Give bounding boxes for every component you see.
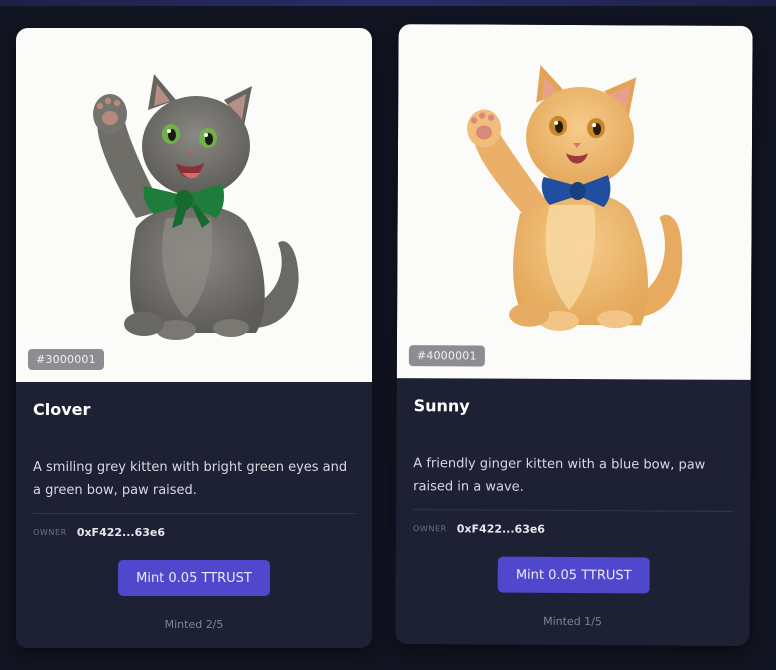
nft-card-sunny[interactable]: #4000001 Sunny A friendly ginger kitten … xyxy=(395,24,753,646)
card-description: A friendly ginger kitten with a blue bow… xyxy=(413,456,706,495)
token-id-badge: #4000001 xyxy=(408,345,485,367)
divider xyxy=(33,513,355,514)
owner-address: 0xF422...63e6 xyxy=(456,522,546,536)
owner-address: 0xF422...63e6 xyxy=(76,526,165,539)
mint-button[interactable]: Mint 0.05 TTRUST xyxy=(118,560,270,596)
nft-image: #4000001 xyxy=(396,24,753,380)
owner-row: OWNER 0xF422...63e6 xyxy=(33,526,165,539)
divider xyxy=(413,509,734,512)
grey-kitten-image xyxy=(93,74,299,340)
minted-count: Minted 2/5 xyxy=(164,618,224,631)
owner-row: OWNER 0xF422...63e6 xyxy=(412,522,546,536)
owner-label: OWNER xyxy=(412,524,447,534)
mint-button[interactable]: Mint 0.05 TTRUST xyxy=(497,556,650,594)
card-title: Clover xyxy=(33,400,91,419)
top-accent-bar xyxy=(0,0,776,6)
ginger-kitten-image xyxy=(467,64,683,331)
owner-label: OWNER xyxy=(33,528,67,537)
token-id-badge: #3000001 xyxy=(28,349,104,370)
nft-card-clover[interactable]: #3000001 Clover A smiling grey kitten wi… xyxy=(16,28,372,648)
minted-count: Minted 1/5 xyxy=(543,614,602,629)
nft-image: #3000001 xyxy=(16,28,372,382)
card-description: A smiling grey kitten with bright green … xyxy=(33,460,348,498)
card-title: Sunny xyxy=(413,396,470,416)
